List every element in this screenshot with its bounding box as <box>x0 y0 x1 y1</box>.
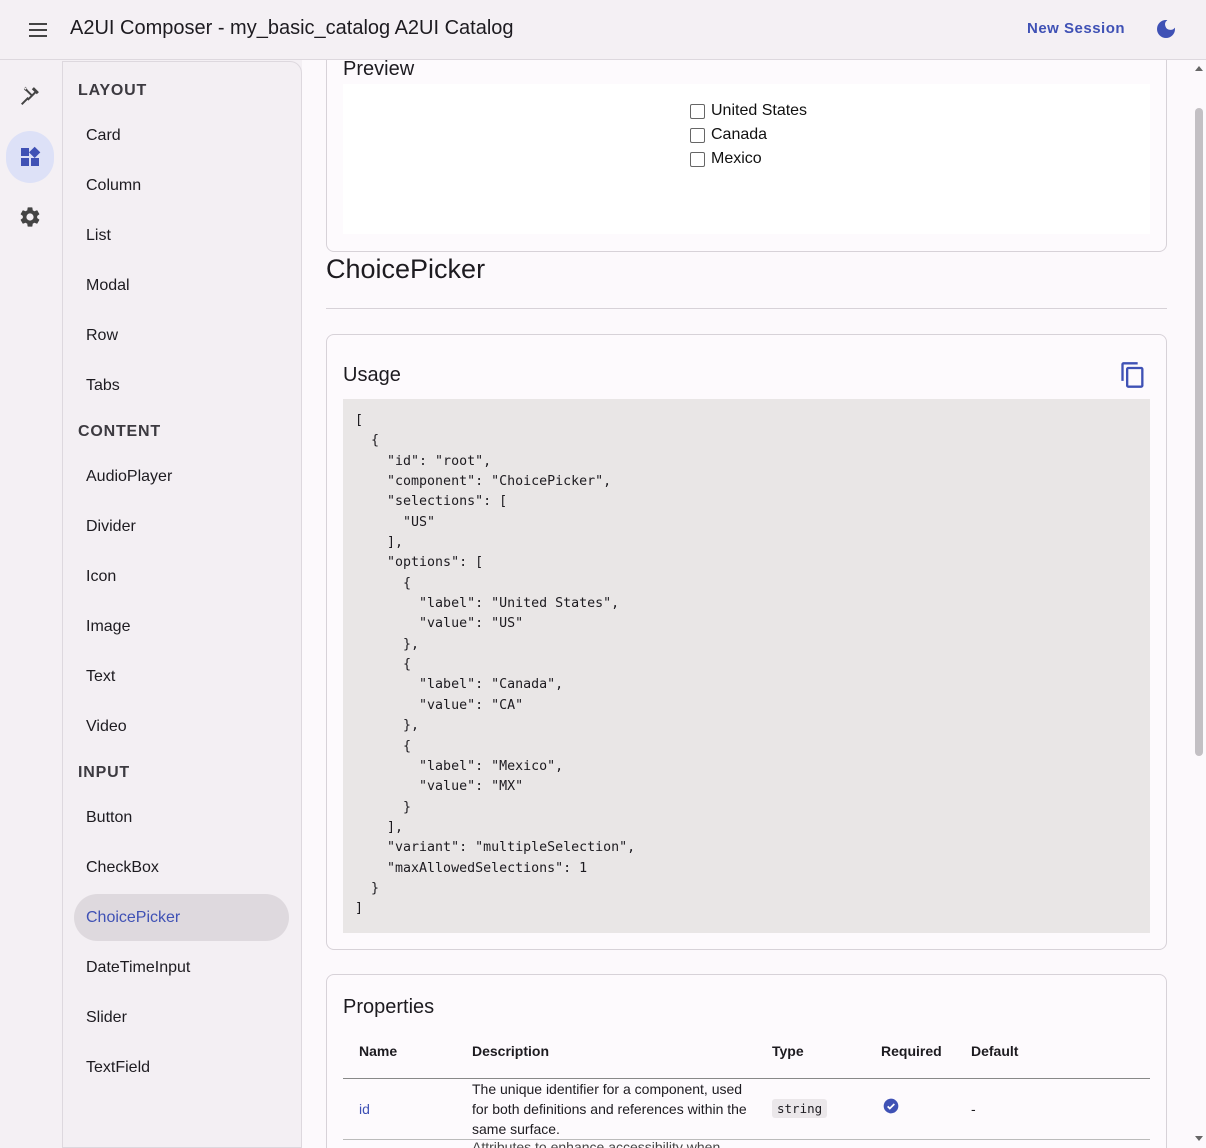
nav-item-audioplayer[interactable]: AudioPlayer <box>74 453 289 500</box>
choice-option[interactable]: Canada <box>690 126 767 144</box>
settings-icon <box>20 207 40 227</box>
nav-item-tabs[interactable]: Tabs <box>74 362 289 409</box>
column-header-default: Default <box>971 1043 1019 1059</box>
property-description: The unique identifier for a component, u… <box>472 1081 747 1137</box>
properties-title: Properties <box>343 996 435 1018</box>
column-header-type: Type <box>772 1043 804 1059</box>
scroll-down-icon[interactable] <box>1195 1136 1203 1141</box>
column-header-name: Name <box>359 1043 398 1059</box>
preview-title: Preview <box>343 60 415 80</box>
nav-item-column[interactable]: Column <box>74 162 289 209</box>
nav-item-icon[interactable]: Icon <box>74 553 289 600</box>
column-header-description: Description <box>472 1043 550 1059</box>
navigation-rail <box>0 60 62 1148</box>
component-list: LAYOUT Card Column List Modal Row Tabs C… <box>62 61 302 1148</box>
choice-option-label: Mexico <box>711 150 762 167</box>
component-title: ChoicePicker <box>326 254 486 284</box>
widgets-icon <box>21 146 41 166</box>
choice-option-label: Canada <box>711 126 768 143</box>
choice-option[interactable]: United States <box>690 102 807 120</box>
checkbox[interactable] <box>690 103 705 119</box>
property-name[interactable]: id <box>359 1101 370 1117</box>
property-description: Attributes to enhance accessibility when <box>472 1139 721 1148</box>
nav-item-list[interactable]: List <box>74 212 289 259</box>
dark-mode-icon[interactable] <box>1154 17 1178 41</box>
choice-option[interactable]: Mexico <box>690 150 762 168</box>
nav-item-image[interactable]: Image <box>74 603 289 650</box>
nav-item-textfield[interactable]: TextField <box>74 1044 289 1091</box>
scrollbar[interactable] <box>1192 60 1206 1148</box>
nav-item-card[interactable]: Card <box>74 112 289 159</box>
scrollbar-thumb[interactable] <box>1195 108 1203 756</box>
copy-icon[interactable] <box>1119 361 1147 389</box>
nav-item-slider[interactable]: Slider <box>74 994 289 1041</box>
divider <box>326 308 1167 309</box>
checkbox[interactable] <box>690 127 705 143</box>
nav-item-text[interactable]: Text <box>74 653 289 700</box>
nav-item-divider[interactable]: Divider <box>74 503 289 550</box>
tools-icon <box>21 86 39 105</box>
section-label-input: INPUT <box>78 764 130 781</box>
usage-title: Usage <box>343 364 401 386</box>
section-label-content: CONTENT <box>78 423 161 440</box>
main-content: Preview United States Canada Mexico Choi… <box>302 60 1192 1148</box>
property-default: - <box>971 1101 976 1117</box>
nav-item-button[interactable]: Button <box>74 794 289 841</box>
properties-card: Properties Name Description Type Require… <box>326 974 1167 1148</box>
preview-surface: United States Canada Mexico <box>343 84 1150 234</box>
choice-option-label: United States <box>711 102 808 119</box>
rail-item-tools[interactable] <box>6 70 54 122</box>
nav-item-choicepicker[interactable]: ChoicePicker <box>74 894 289 941</box>
new-session-button[interactable]: New Session <box>1027 20 1125 37</box>
property-type: string <box>772 1099 828 1118</box>
app-title: A2UI Composer - my_basic_catalog A2UI Ca… <box>70 17 514 39</box>
checkbox[interactable] <box>690 151 705 167</box>
nav-item-modal[interactable]: Modal <box>74 262 289 309</box>
nav-item-checkbox[interactable]: CheckBox <box>74 844 289 891</box>
check-circle-icon <box>883 1098 899 1114</box>
usage-card: Usage [ { "id": "root", "component": "Ch… <box>326 334 1167 950</box>
top-app-bar: A2UI Composer - my_basic_catalog A2UI Ca… <box>0 0 1206 60</box>
usage-code-block: [ { "id": "root", "component": "ChoicePi… <box>343 399 1150 933</box>
nav-item-video[interactable]: Video <box>74 703 289 750</box>
menu-icon[interactable] <box>22 14 54 46</box>
rail-item-settings[interactable] <box>6 191 54 243</box>
nav-item-row[interactable]: Row <box>74 312 289 359</box>
nav-item-datetimeinput[interactable]: DateTimeInput <box>74 944 289 991</box>
column-header-required: Required <box>881 1043 942 1059</box>
preview-card: Preview United States Canada Mexico <box>326 60 1167 252</box>
scroll-up-icon[interactable] <box>1195 66 1203 71</box>
rail-item-widgets[interactable] <box>6 131 54 183</box>
section-label-layout: LAYOUT <box>78 82 148 99</box>
